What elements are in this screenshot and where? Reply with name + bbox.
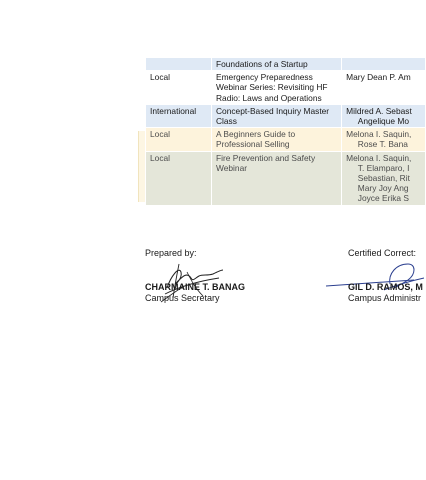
cell-level: Local <box>145 70 212 105</box>
cell-title: Foundations of a Startup <box>210 56 343 72</box>
trainings-table: Foundations of a Startup Local Emergency P… <box>145 56 426 206</box>
table-row: Local Fire Prevention and Safety Webinar M… <box>145 150 426 206</box>
prepared-by-block: Prepared by: CHARMAINE T. BANAG Campus S… <box>145 248 285 308</box>
cell-people <box>341 56 426 72</box>
certified-correct-name: GIL D. RAMOS, M <box>348 282 423 292</box>
certified-correct-block: Certified Correct: GIL D. RAMOS, M Campu… <box>324 248 426 308</box>
table-row: Foundations of a Startup <box>145 56 426 72</box>
table-row: Local A Beginners Guide to Professional S… <box>145 127 426 152</box>
cell-title: Concept-Based Inquiry Master Class <box>210 103 343 129</box>
document-page: Foundations of a Startup Local Emergency P… <box>0 0 426 480</box>
cell-level: International <box>145 103 212 129</box>
cell-people: Mary Dean P. Am <box>341 70 426 105</box>
cell-title: A Beginners Guide to Professional Sellin… <box>210 127 343 152</box>
cell-people: Mildred A. Sebast Angelique Mo <box>341 103 426 129</box>
table-row: Local Emergency Preparedness Webinar Seri… <box>145 70 426 105</box>
prepared-by-role: Campus Secretary <box>145 293 220 303</box>
cell-people: Melona I. Saquin, T. Elamparo, I Sebasti… <box>341 150 426 206</box>
trainings-table-body: Foundations of a Startup Local Emergency P… <box>145 56 426 206</box>
cell-level: Local <box>145 150 212 206</box>
certified-correct-label: Certified Correct: <box>348 248 417 258</box>
cell-title: Fire Prevention and Safety Webinar <box>210 150 343 206</box>
cell-level: Local <box>145 127 212 152</box>
certified-correct-role: Campus Administr <box>348 293 422 303</box>
cell-title: Emergency Preparedness Webinar Series: R… <box>210 70 343 105</box>
cell-level <box>145 56 212 72</box>
prepared-by-name: CHARMAINE T. BANAG <box>145 282 245 292</box>
cell-people: Melona I. Saquin, Rose T. Bana <box>341 127 426 152</box>
table-row: International Concept-Based Inquiry Maste… <box>145 103 426 129</box>
